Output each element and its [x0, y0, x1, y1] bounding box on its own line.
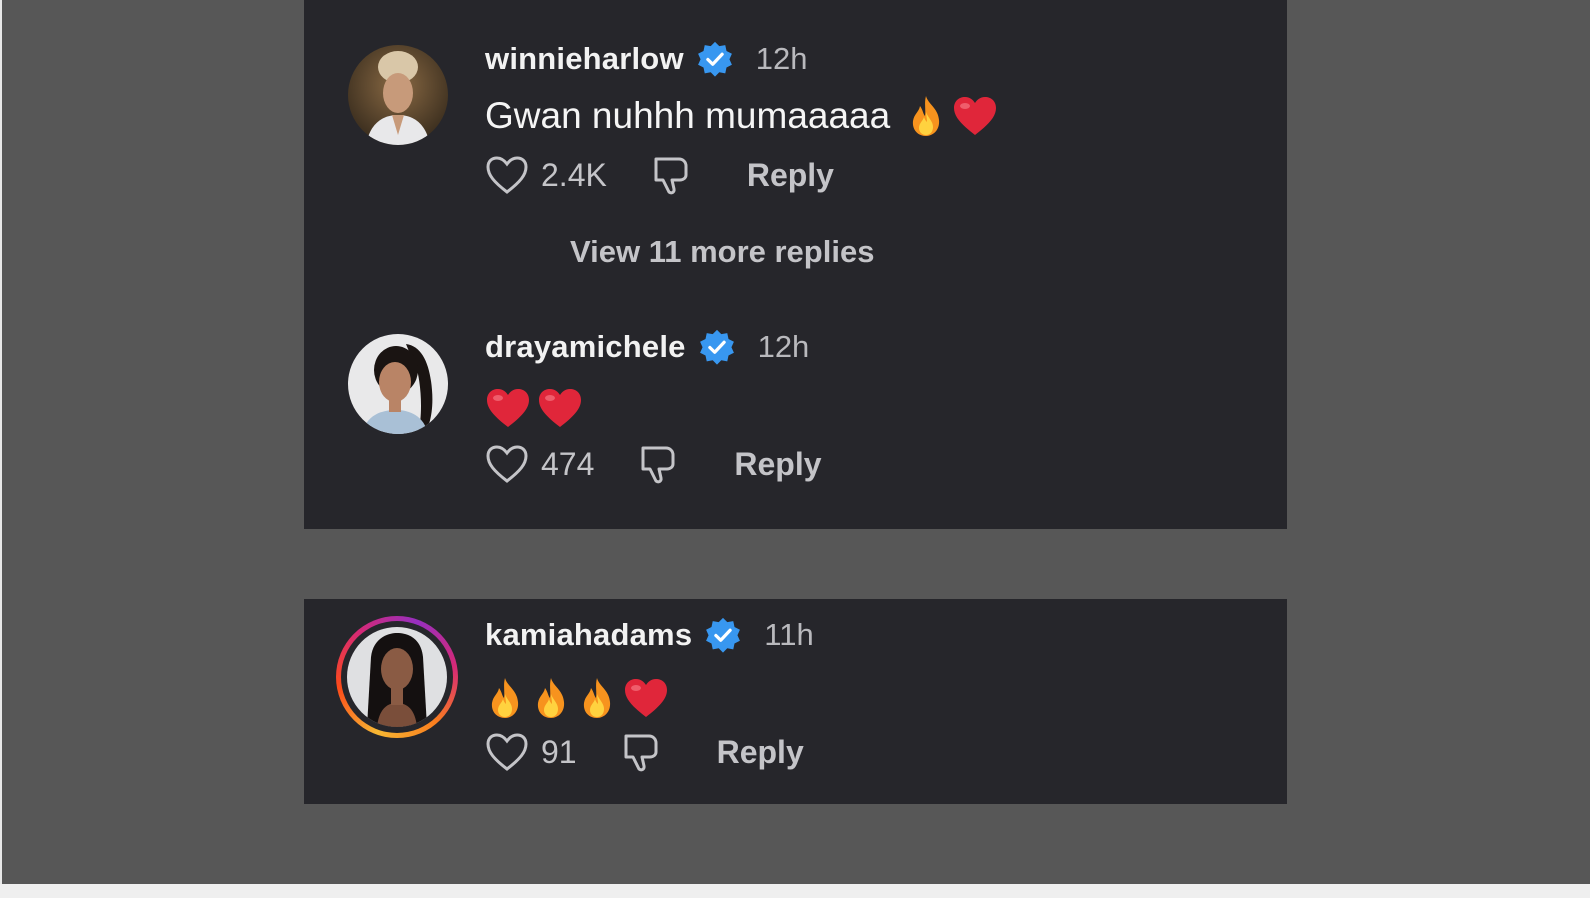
thumbs-down-icon	[654, 157, 688, 195]
verified-badge-icon	[697, 41, 732, 77]
comment-body: Gwan nuhhh mumaaaaa	[485, 95, 891, 136]
comments-panel-top: winnieharlow 12h Gwan nuhhh mumaaaaa 2.4…	[304, 0, 1287, 529]
reply-button[interactable]: Reply	[747, 157, 834, 194]
emoji-group	[906, 94, 998, 138]
comment-text	[485, 676, 669, 720]
like-button[interactable]: 2.4K	[485, 155, 607, 195]
heart-outline-icon	[486, 445, 528, 483]
timestamp: 11h	[764, 617, 814, 652]
reply-button[interactable]: Reply	[717, 734, 804, 771]
thumbs-down-icon	[624, 734, 658, 772]
dislike-button[interactable]	[651, 153, 691, 197]
timestamp: 12h	[757, 329, 810, 364]
like-count: 91	[541, 733, 577, 770]
heart-icon	[487, 389, 529, 427]
heart-outline-icon	[486, 156, 528, 194]
fire-icon	[583, 678, 611, 718]
verified-badge-icon	[706, 617, 741, 653]
verified-badge-icon	[699, 329, 734, 365]
username[interactable]: drayamichele	[485, 329, 686, 365]
comment-actions: 474 Reply	[485, 441, 822, 487]
comment-text	[485, 387, 583, 429]
fire-icon	[913, 96, 940, 136]
thumbs-down-icon	[641, 446, 675, 484]
comment-header: kamiahadams 11h	[485, 613, 814, 657]
dislike-button[interactable]	[638, 442, 678, 486]
avatar-story-ring[interactable]	[336, 616, 458, 738]
fire-icon	[537, 678, 565, 718]
comment-header: winnieharlow 12h	[485, 37, 808, 81]
avatar	[347, 627, 447, 727]
dislike-button[interactable]	[621, 730, 661, 774]
timestamp: 12h	[755, 41, 808, 76]
comment-actions: 2.4K Reply	[485, 152, 834, 198]
comment-actions: 91 Reply	[485, 729, 804, 775]
heart-icon	[539, 389, 581, 427]
like-count: 474	[541, 445, 595, 482]
emoji-group	[485, 387, 583, 429]
left-edge	[0, 0, 2, 884]
comment-text: Gwan nuhhh mumaaaaa	[485, 94, 998, 138]
reply-button[interactable]: Reply	[734, 446, 821, 483]
bottom-strip	[0, 884, 1590, 898]
emoji-group	[485, 676, 669, 720]
comments-panel-bottom: kamiahadams 11h 91 Reply	[304, 599, 1287, 804]
like-count: 2.4K	[541, 156, 607, 193]
username[interactable]: winnieharlow	[485, 41, 684, 77]
like-button[interactable]: 474	[485, 444, 594, 484]
comment-header: drayamichele 12h	[485, 325, 809, 369]
avatar[interactable]	[348, 334, 448, 434]
avatar[interactable]	[348, 45, 448, 145]
like-button[interactable]: 91	[485, 732, 577, 772]
username[interactable]: kamiahadams	[485, 617, 692, 653]
heart-outline-icon	[486, 733, 528, 771]
heart-icon	[954, 97, 997, 135]
view-more-replies-link[interactable]: View 11 more replies	[570, 234, 874, 270]
heart-icon	[625, 679, 667, 717]
fire-icon	[491, 678, 519, 718]
